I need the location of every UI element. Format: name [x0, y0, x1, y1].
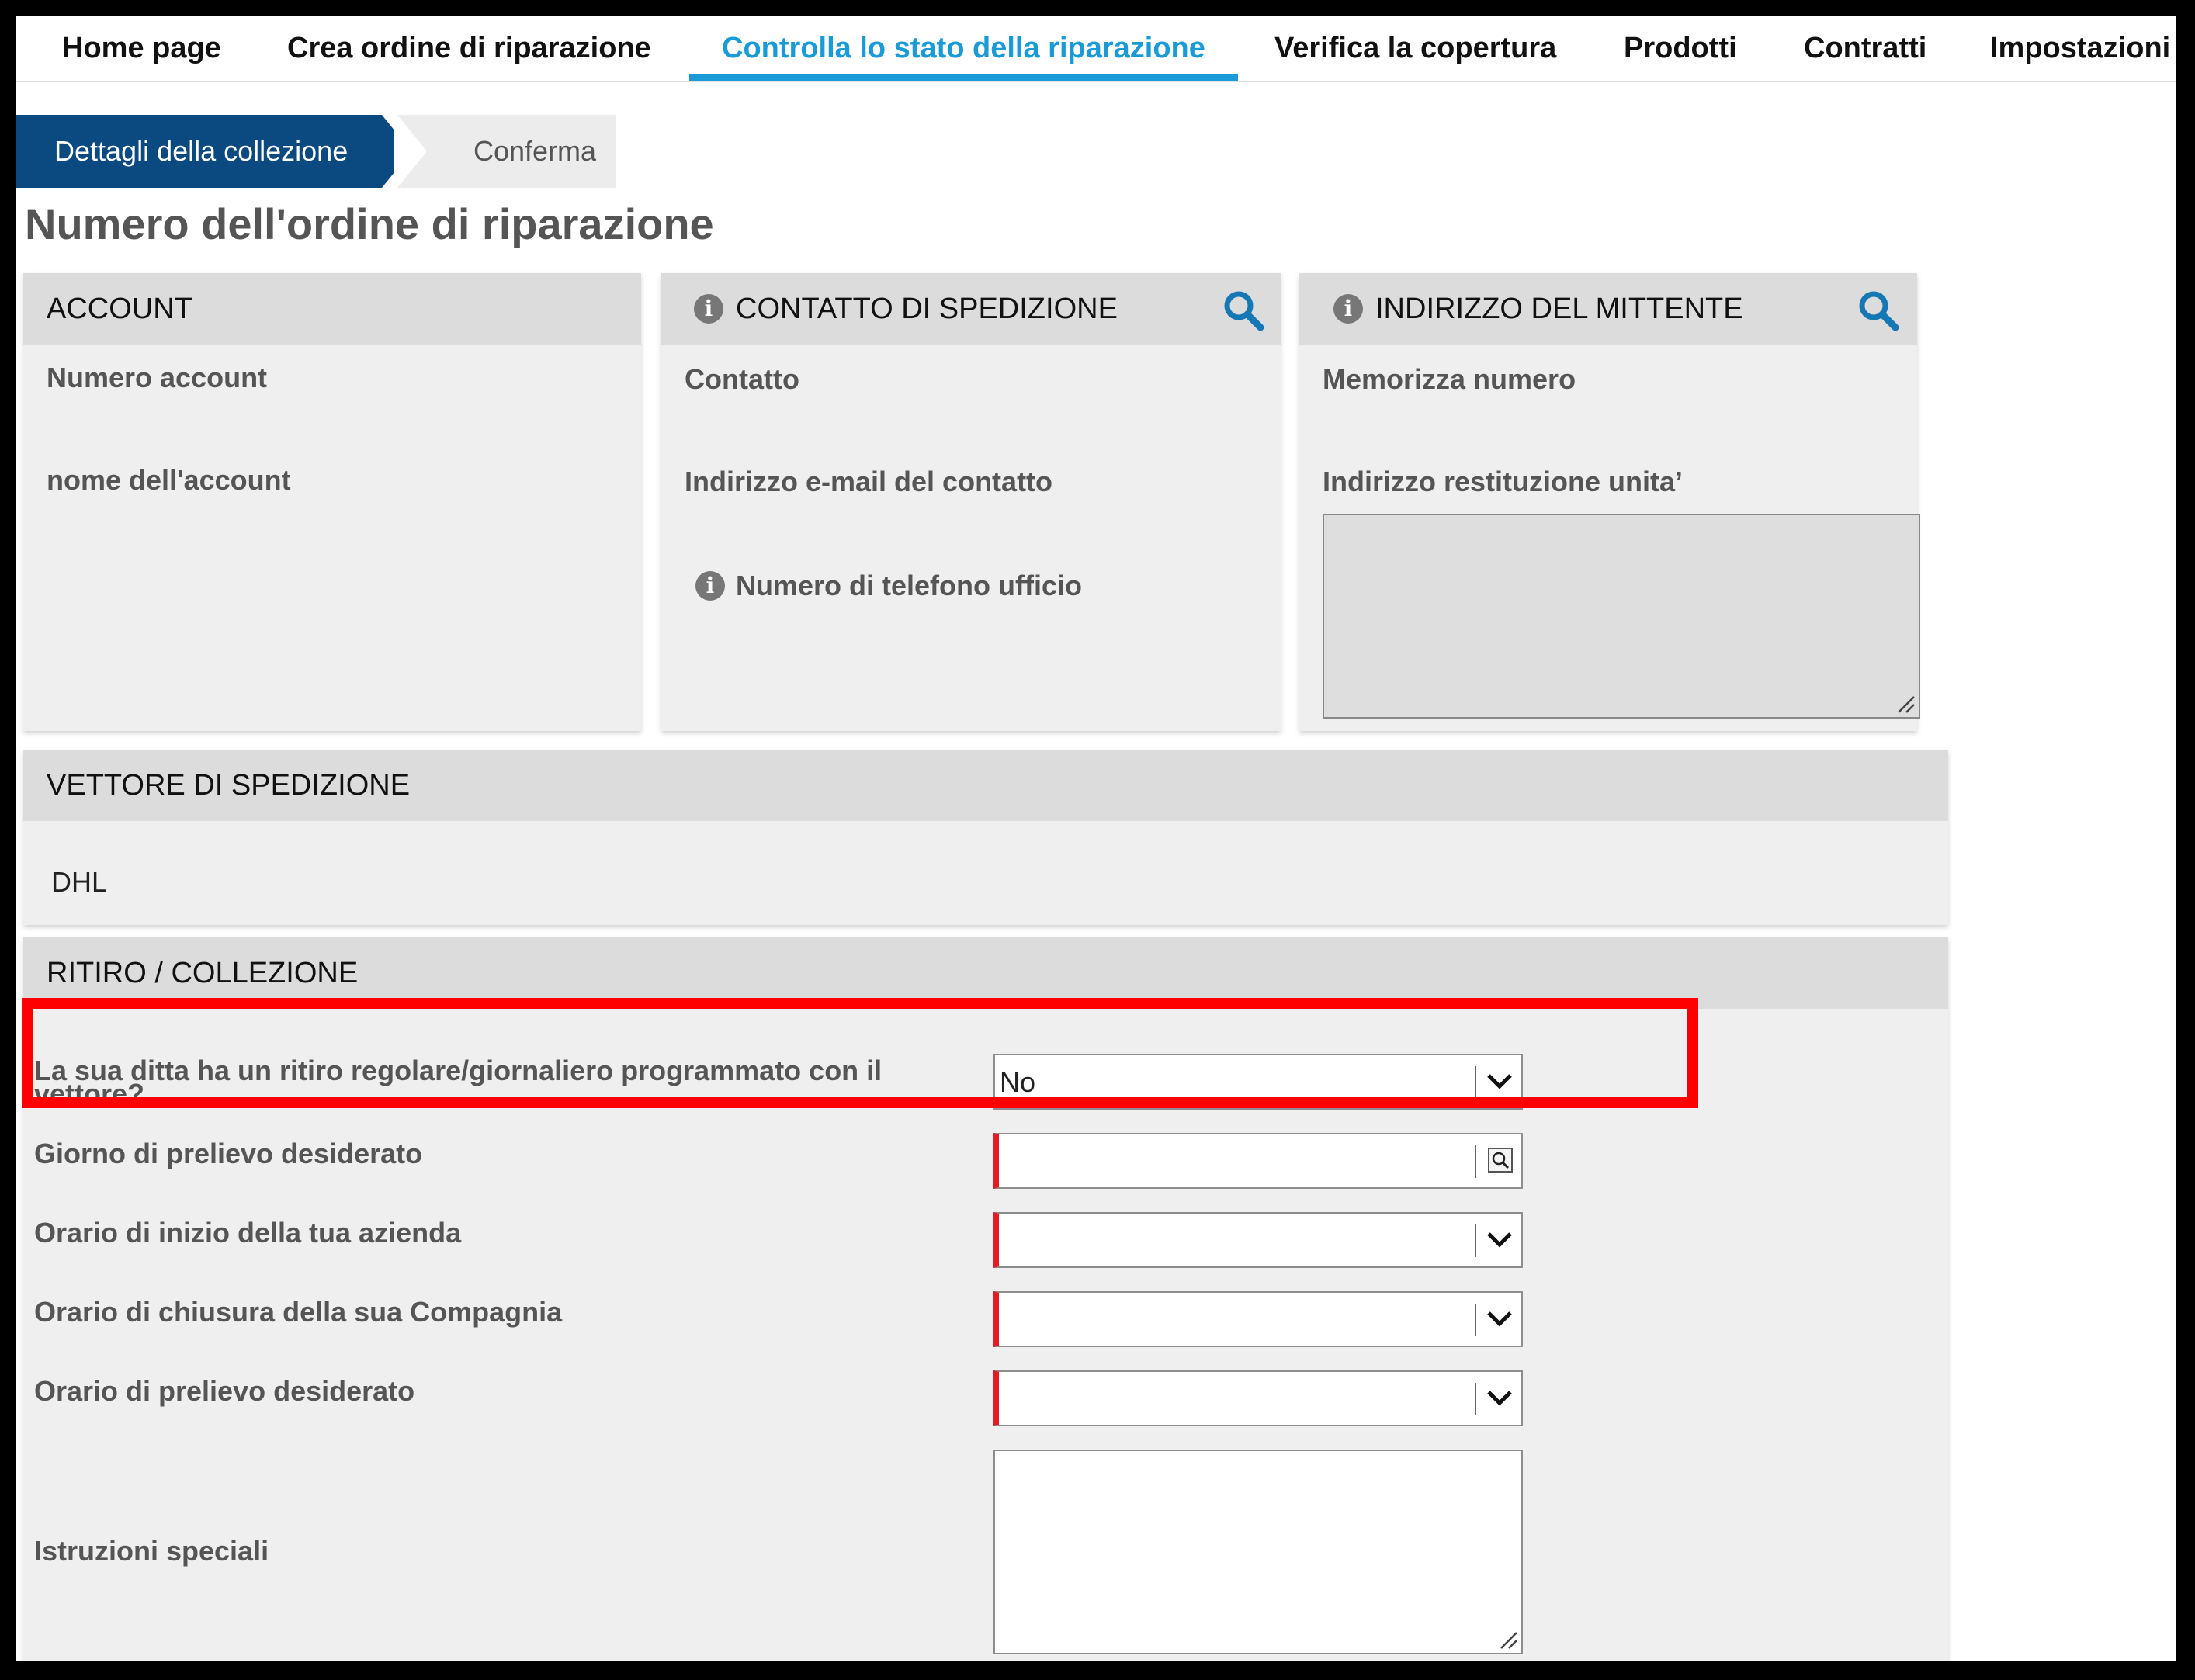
- return-address-label: Indirizzo restituzione unita’: [1323, 466, 1684, 497]
- special-instructions-label: Istruzioni speciali: [34, 1535, 269, 1567]
- chevron-down-icon[interactable]: [1484, 1305, 1515, 1333]
- resize-grip-icon[interactable]: [1895, 694, 1916, 714]
- nav-check-repair-status[interactable]: Controlla lo stato della riparazione: [689, 16, 1238, 81]
- carrier-value: DHL: [51, 866, 108, 898]
- carrier-panel-title: VETTORE DI SPEDIZIONE: [47, 769, 411, 802]
- nav-create-repair-order[interactable]: Crea ordine di riparazione: [287, 16, 651, 81]
- pickup-day-label: Giorno di prelievo desiderato: [34, 1138, 423, 1169]
- highlight-annotation: [22, 998, 1698, 1108]
- return-address-textarea[interactable]: [1323, 514, 1920, 719]
- special-instructions-textarea[interactable]: [993, 1450, 1523, 1654]
- search-icon[interactable]: [1220, 287, 1267, 334]
- sender-address-panel: i INDIRIZZO DEL MITTENTE Memorizza numer…: [1299, 273, 1920, 731]
- nav-contracts[interactable]: Contratti: [1804, 16, 1926, 81]
- select-separator: [1475, 1383, 1476, 1415]
- info-icon: i: [695, 571, 725, 601]
- nav-home[interactable]: Home page: [62, 16, 221, 81]
- date-picker-icon[interactable]: [1487, 1147, 1514, 1173]
- top-navigation: Home page Crea ordine di riparazione Con…: [16, 16, 2176, 82]
- chevron-down-icon[interactable]: [1484, 1226, 1515, 1254]
- close-time-select[interactable]: [993, 1291, 1523, 1347]
- sender-address-title: INDIRIZZO DEL MITTENTE: [1375, 293, 1743, 325]
- account-name-label: nome dell'account: [47, 464, 291, 496]
- shipping-contact-panel: i CONTATTO DI SPEDIZIONE Contatto Indiri…: [661, 273, 1281, 731]
- start-time-label: Orario di inizio della tua azienda: [34, 1217, 462, 1249]
- info-icon: i: [1333, 294, 1363, 324]
- nav-products[interactable]: Prodotti: [1624, 16, 1737, 81]
- select-separator: [1475, 1304, 1476, 1336]
- shipping-contact-header: i CONTATTO DI SPEDIZIONE: [661, 273, 1281, 345]
- pickup-time-label: Orario di prelievo desiderato: [34, 1375, 415, 1407]
- wizard-steps: Dettagli della collezione Conferma: [16, 115, 636, 188]
- info-icon: i: [694, 294, 723, 324]
- pickup-time-select[interactable]: [993, 1370, 1523, 1426]
- step-confirm[interactable]: Conferma: [397, 115, 616, 188]
- account-number-label: Numero account: [47, 362, 268, 393]
- pickup-day-input[interactable]: [993, 1133, 1523, 1189]
- select-separator: [1475, 1224, 1476, 1257]
- nav-verify-coverage[interactable]: Verifica la copertura: [1274, 16, 1556, 81]
- carrier-panel-header: VETTORE DI SPEDIZIONE: [23, 750, 1948, 821]
- account-panel-title: ACCOUNT: [47, 293, 192, 325]
- start-time-select[interactable]: [993, 1212, 1523, 1268]
- close-time-label: Orario di chiusura della sua Compagnia: [34, 1296, 563, 1328]
- contact-label: Contatto: [685, 363, 799, 395]
- select-separator: [1475, 1145, 1476, 1178]
- page-title: Numero dell'ordine di riparazione: [25, 199, 714, 248]
- sender-address-header: i INDIRIZZO DEL MITTENTE: [1299, 273, 1917, 345]
- account-panel: ACCOUNT Numero account nome dell'account: [23, 273, 641, 731]
- step-collection-details: Dettagli della collezione: [16, 115, 394, 188]
- chevron-down-icon[interactable]: [1484, 1384, 1515, 1412]
- contact-email-label: Indirizzo e-mail del contatto: [685, 466, 1053, 497]
- search-icon[interactable]: [1855, 287, 1902, 334]
- resize-grip-icon[interactable]: [1498, 1630, 1518, 1650]
- nav-settings[interactable]: Impostazioni: [1990, 16, 2170, 81]
- carrier-panel: VETTORE DI SPEDIZIONE DHL: [23, 750, 1948, 925]
- office-phone-label: Numero di telefono ufficio: [736, 570, 1082, 601]
- account-panel-header: ACCOUNT: [23, 273, 641, 345]
- app-window: Home page Crea ordine di riparazione Con…: [16, 16, 2176, 1661]
- store-number-label: Memorizza numero: [1323, 363, 1576, 395]
- shipping-contact-title: CONTATTO DI SPEDIZIONE: [736, 293, 1118, 325]
